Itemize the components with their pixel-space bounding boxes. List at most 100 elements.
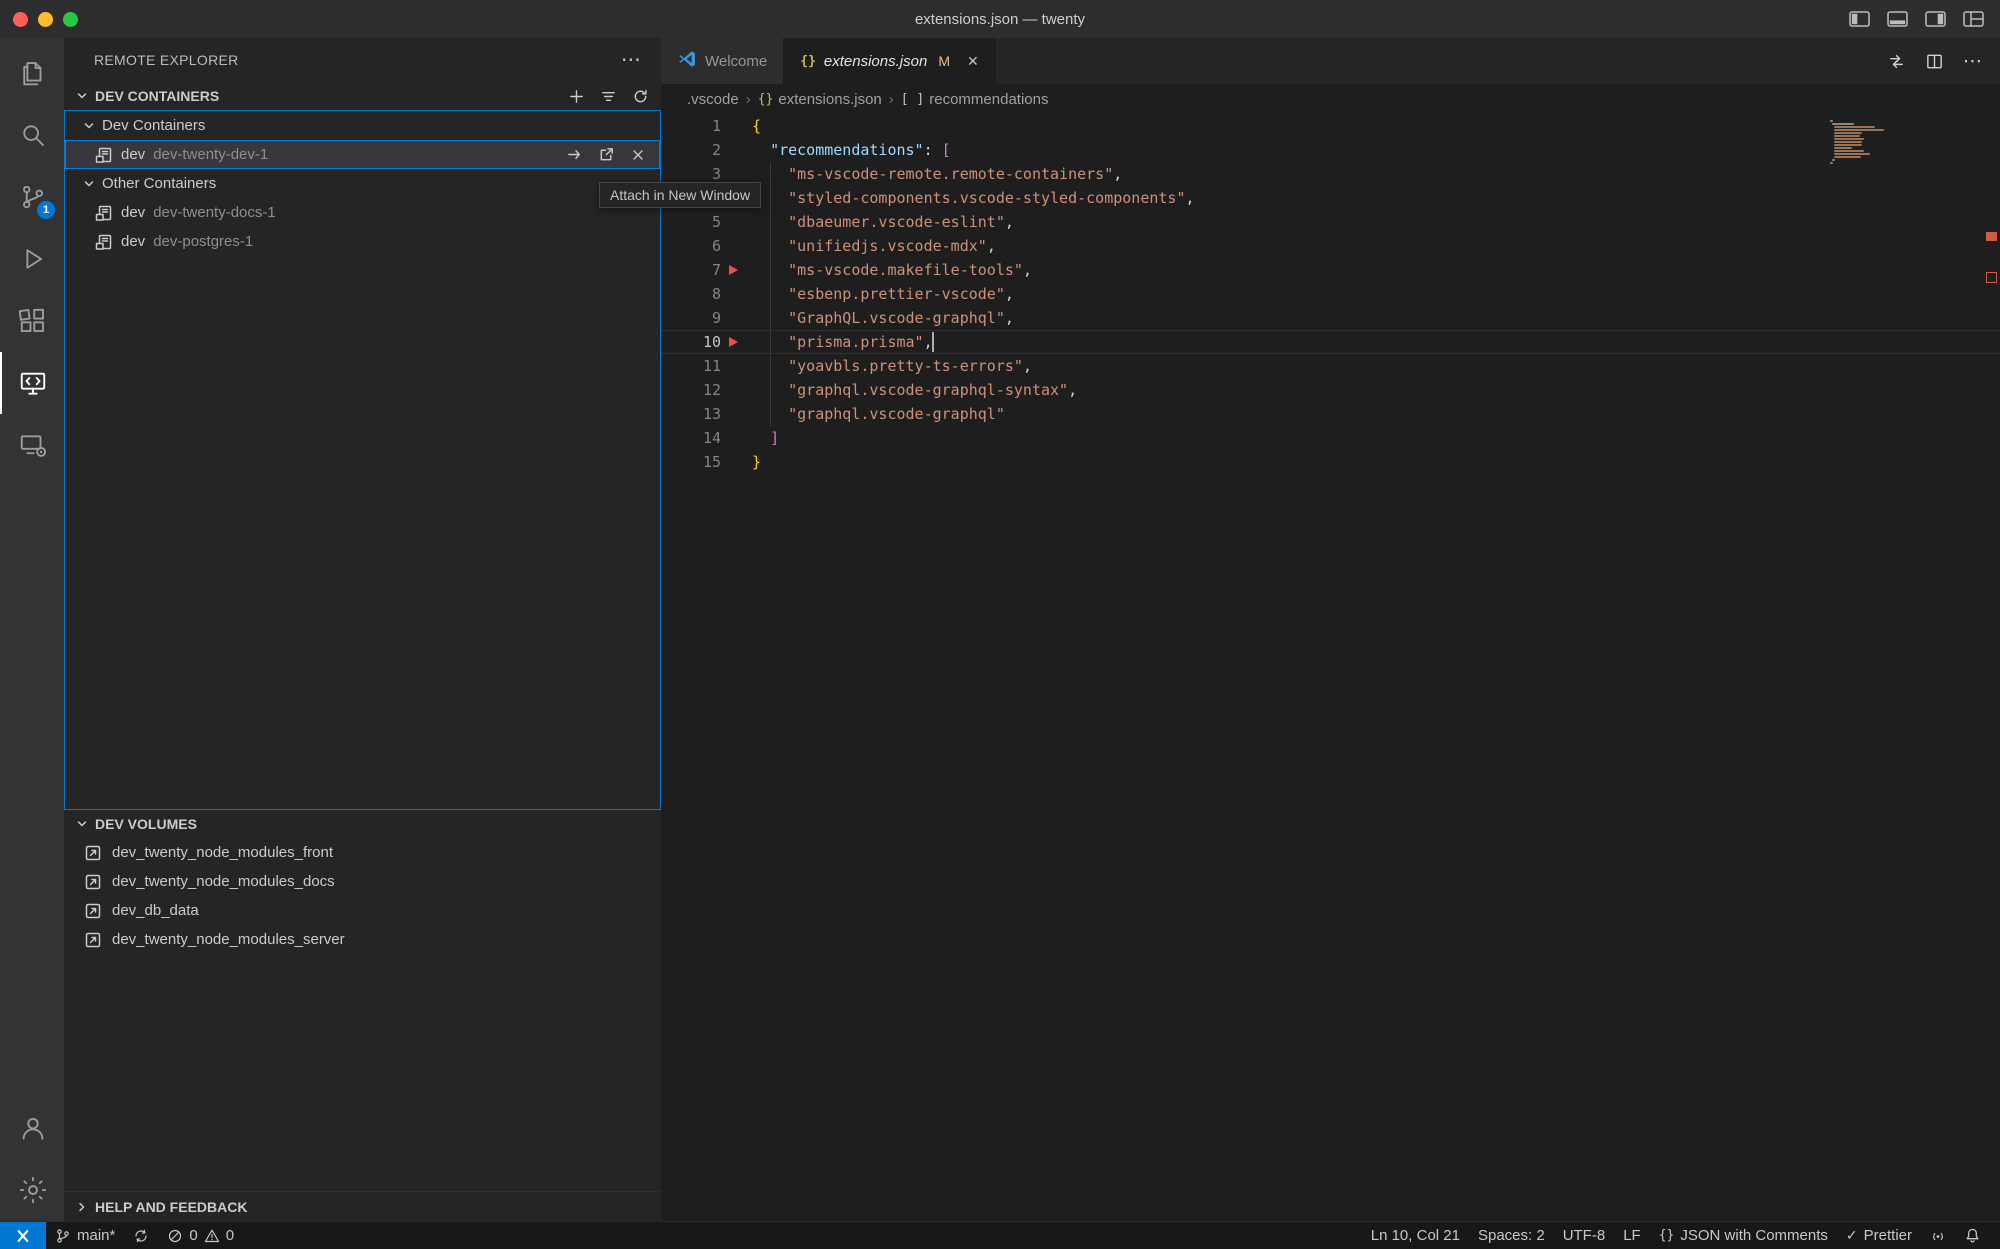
container-row-actions — [566, 146, 660, 163]
section-dev-containers[interactable]: DEV CONTAINERS — [64, 82, 661, 110]
more-actions-icon[interactable]: ⋯ — [621, 50, 641, 70]
code-line[interactable]: 2 "recommendations": [ — [661, 138, 2000, 162]
code-text: "ms-vscode-remote.remote-containers", — [752, 162, 1122, 186]
volume-item-dev-twenty-node-modules-server[interactable]: dev_twenty_node_modules_server — [64, 925, 661, 954]
tab-label: Welcome — [705, 53, 767, 70]
chevron-down-icon — [74, 88, 90, 104]
eol-status[interactable]: LF — [1614, 1222, 1650, 1249]
broadcast-status[interactable] — [1921, 1222, 1955, 1249]
toggle-secondary-sidebar-icon[interactable] — [1925, 11, 1946, 27]
vscode-logo-icon — [677, 49, 697, 73]
activity-extensions[interactable] — [0, 290, 64, 352]
add-container-button[interactable] — [568, 88, 585, 105]
activity-search[interactable] — [0, 104, 64, 166]
activity-accounts[interactable] — [0, 1097, 64, 1159]
zoom-button[interactable] — [63, 12, 78, 27]
attach-new-window-button[interactable] — [598, 146, 615, 163]
gear-icon — [18, 1175, 48, 1205]
overview-ruler-mark — [1986, 232, 1997, 241]
code-line[interactable]: 7 "ms-vscode.makefile-tools", — [661, 258, 2000, 282]
cursor-position-status[interactable]: Ln 10, Col 21 — [1362, 1222, 1469, 1249]
breadcrumb-recommendations[interactable]: [ ]recommendations — [901, 91, 1049, 108]
activity-source-control[interactable]: 1 — [0, 166, 64, 228]
toggle-panel-icon[interactable] — [1887, 11, 1908, 27]
tree-group-dev-containers[interactable]: Dev Containers — [65, 111, 660, 140]
sync-icon — [133, 1228, 149, 1244]
attach-current-window-button[interactable] — [566, 146, 583, 163]
code-line[interactable]: 1{ — [661, 114, 2000, 138]
tree-group-other-containers[interactable]: Other Containers — [65, 169, 660, 198]
encoding-status[interactable]: UTF-8 — [1554, 1222, 1615, 1249]
volume-item-dev-twenty-node-modules-front[interactable]: dev_twenty_node_modules_front — [64, 838, 661, 867]
toggle-sidebar-icon[interactable] — [1849, 11, 1870, 27]
minimap-line — [1834, 126, 1875, 128]
code-text: "dbaeumer.vscode-eslint", — [752, 210, 1014, 234]
sync-status[interactable] — [124, 1222, 158, 1249]
line-number: 5 — [661, 210, 721, 234]
tab-label: extensions.json — [824, 53, 927, 70]
indentation-status[interactable]: Spaces: 2 — [1469, 1222, 1554, 1249]
activity-explorer[interactable] — [0, 42, 64, 104]
volume-item-dev-twenty-node-modules-docs[interactable]: dev_twenty_node_modules_docs — [64, 867, 661, 896]
activity-run-debug[interactable] — [0, 228, 64, 290]
code-line[interactable]: 4 "styled-components.vscode-styled-compo… — [661, 186, 2000, 210]
code-line[interactable]: 11 "yoavbls.pretty-ts-errors", — [661, 354, 2000, 378]
code-line[interactable]: 15} — [661, 450, 2000, 474]
code-line[interactable]: 3 "ms-vscode-remote.remote-containers", — [661, 162, 2000, 186]
line-number: 14 — [661, 426, 721, 450]
line-number: 13 — [661, 402, 721, 426]
customize-layout-icon[interactable] — [1963, 11, 1984, 27]
modified-badge: M — [938, 53, 950, 69]
problems-status[interactable]: 0 0 — [158, 1222, 243, 1249]
code-line[interactable]: 9 "GraphQL.vscode-graphql", — [661, 306, 2000, 330]
tab-welcome[interactable]: Welcome — [661, 38, 784, 84]
activity-remote-explorer[interactable] — [0, 352, 64, 414]
breadcrumb-vscode[interactable]: .vscode — [687, 91, 739, 108]
formatter-status[interactable]: ✓ Prettier — [1837, 1222, 1921, 1249]
open-changes-icon[interactable] — [1887, 52, 1906, 71]
activity-remote-settings[interactable] — [0, 414, 64, 476]
filter-button[interactable] — [600, 88, 617, 105]
code-line[interactable]: 5 "dbaeumer.vscode-eslint", — [661, 210, 2000, 234]
code-line[interactable]: 14 ] — [661, 426, 2000, 450]
code-line[interactable]: 12 "graphql.vscode-graphql-syntax", — [661, 378, 2000, 402]
code-line[interactable]: 6 "unifiedjs.vscode-mdx", — [661, 234, 2000, 258]
close-button[interactable] — [13, 12, 28, 27]
remote-indicator[interactable] — [0, 1222, 46, 1249]
line-number: 7 — [661, 258, 721, 282]
notifications-status[interactable] — [1955, 1222, 1990, 1249]
code-line[interactable]: 8 "esbenp.prettier-vscode", — [661, 282, 2000, 306]
files-icon — [18, 58, 48, 88]
stop-container-button[interactable] — [630, 147, 646, 163]
code-line[interactable]: 13 "graphql.vscode-graphql" — [661, 402, 2000, 426]
line-number: 15 — [661, 450, 721, 474]
minimize-button[interactable] — [38, 12, 53, 27]
check-icon: ✓ — [1846, 1227, 1858, 1244]
tab-extensions-json[interactable]: {}extensions.jsonM✕ — [784, 38, 995, 84]
more-actions-icon[interactable]: ⋯ — [1963, 52, 1982, 71]
git-branch-icon — [55, 1228, 71, 1244]
section-help-and-feedback[interactable]: HELP AND FEEDBACK — [64, 1191, 661, 1221]
activity-settings[interactable] — [0, 1159, 64, 1221]
container-item-dev-postgres-1[interactable]: devdev-postgres-1 — [65, 227, 660, 256]
git-branch-status[interactable]: main* — [46, 1222, 124, 1249]
minimap[interactable] — [1830, 120, 1888, 164]
breadcrumb-extensions-json[interactable]: {}extensions.json — [758, 91, 882, 108]
close-icon[interactable]: ✕ — [967, 53, 979, 70]
language-mode-status[interactable]: {} JSON with Comments — [1650, 1222, 1837, 1249]
volume-item-dev-db-data[interactable]: dev_db_data — [64, 896, 661, 925]
code-line[interactable]: 10 "prisma.prisma", — [661, 330, 2000, 354]
gutter — [721, 258, 752, 282]
split-editor-icon[interactable] — [1925, 52, 1944, 71]
minimap-line — [1834, 156, 1860, 158]
branch-name: main* — [77, 1227, 115, 1244]
code-text: } — [752, 450, 761, 474]
container-item-dev-twenty-dev-1[interactable]: devdev-twenty-dev-1 — [65, 140, 660, 169]
breadcrumb-label: recommendations — [929, 91, 1048, 108]
workbench: 1 — [0, 38, 2000, 1221]
minimap-line — [1834, 144, 1862, 146]
section-dev-volumes[interactable]: DEV VOLUMES — [64, 810, 661, 838]
refresh-button[interactable] — [632, 88, 649, 105]
code-editor[interactable]: 1{2 "recommendations": [3 "ms-vscode-rem… — [661, 114, 2000, 1221]
container-item-dev-twenty-docs-1[interactable]: devdev-twenty-docs-1 — [65, 198, 660, 227]
